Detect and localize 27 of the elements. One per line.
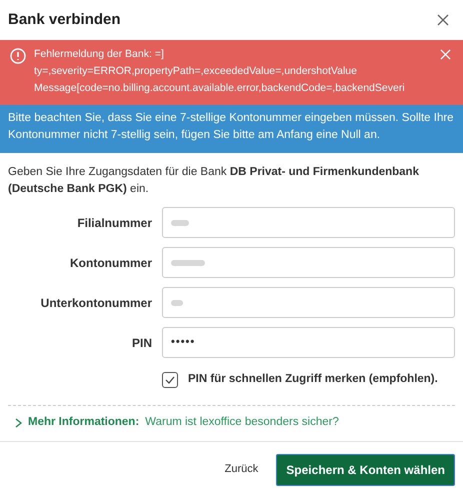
input-field[interactable] [162,247,455,278]
input-field[interactable]: ••••• [162,327,455,358]
chevron-icon[interactable] [15,418,22,428]
field-label: Unterkontonummer [40,294,152,312]
more-info-label: Mehr Informationen: [28,415,140,430]
error-message-line: ty=,severity=ERROR,propertyPath=,exceededValue=,undershotValue [34,64,358,79]
alert-icon [10,48,26,64]
blurred-value-icon [171,220,189,226]
save-button[interactable]: Speichern & Konten wählen [276,454,455,486]
close-icon[interactable] [437,14,449,26]
input-field[interactable] [162,207,455,238]
checkbox-label: PIN für schnellen Zugriff merken (empfohlen). [188,372,438,387]
info-message: Bitte beachten Sie, dass Sie eine 7-stellige Kontonummer eingeben müssen. Sollte Ihre Kontonummer nicht 7-stellig sein, fügen Sie bitte am Anfang eine Null an. [8,111,455,143]
dialog-title: Bank verbinden [8,10,121,30]
input-field[interactable] [162,287,455,318]
blurred-value-icon [171,260,205,266]
back-button[interactable]: Zurück [224,461,258,478]
error-message-line: Fehlermeldung der Bank: =] [34,47,165,62]
checkbox[interactable] [162,372,178,388]
field-label: Kontonummer [69,254,152,272]
error-message-line: Message[code=no.billing.account.available.error,backendCode=,backendSeveri [34,81,406,96]
security-link[interactable]: Warum ist lexoffice besonders sicher? [145,414,339,432]
field-label: PIN [130,334,152,352]
blurred-value-icon [171,300,183,306]
intro-text: Geben Sie Ihre Zugangsdaten für die Bank DB Privat- und Firmenkundenbank (Deutsche Bank PGK) ein. [8,165,420,197]
check-icon [165,376,175,384]
field-label: Filialnummer [76,214,152,232]
